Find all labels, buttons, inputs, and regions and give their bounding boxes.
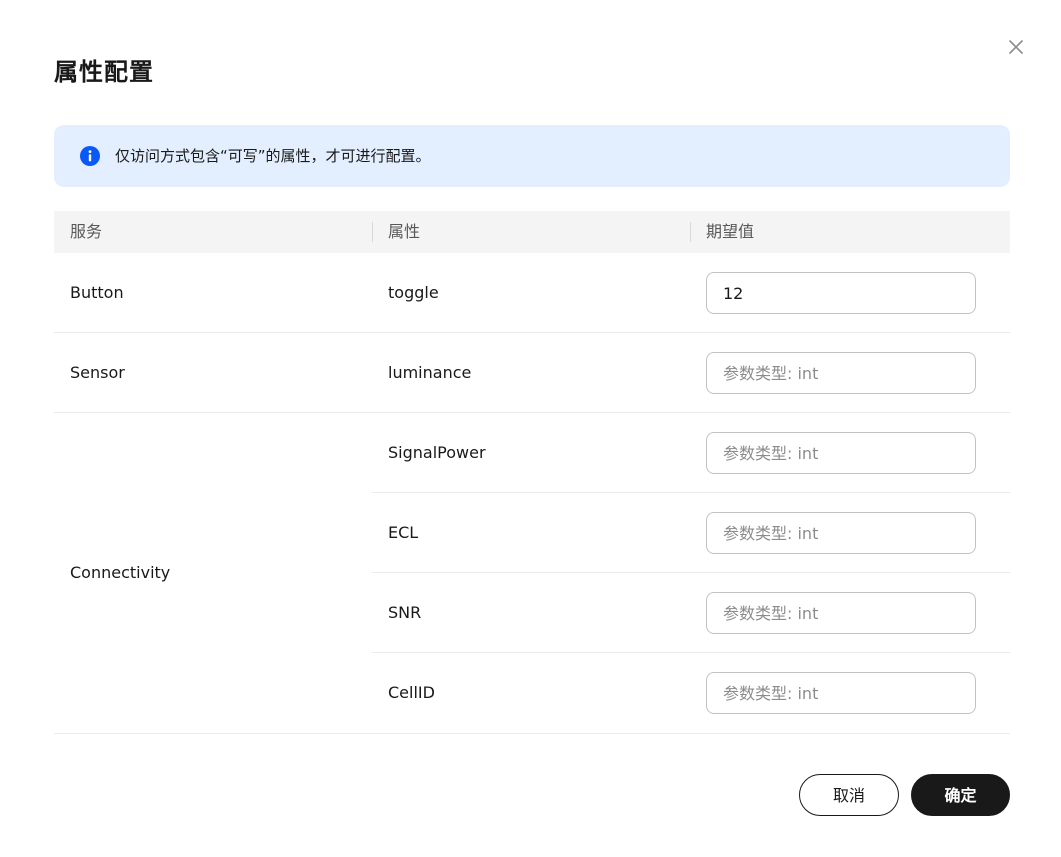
expected-value-input[interactable] (706, 432, 976, 474)
table-subrow: ECL (372, 493, 1010, 573)
dialog-footer: 取消 确定 (0, 774, 1010, 816)
column-header-expected-value: 期望值 (706, 222, 755, 241)
property-cell: SignalPower (388, 443, 486, 462)
property-cell: toggle (388, 283, 439, 302)
close-button[interactable] (1005, 36, 1027, 58)
table-row-group: Connectivity SignalPower ECL SNR CellID (54, 413, 1010, 734)
close-icon (1009, 40, 1023, 54)
info-icon (80, 146, 100, 166)
property-table: 服务 属性 期望值 Button toggle Sensor luminance… (54, 211, 1010, 734)
info-notice: 仅访问方式包含“可写”的属性，才可进行配置。 (54, 125, 1010, 187)
service-cell-merged: Connectivity (54, 413, 372, 733)
column-divider (690, 222, 691, 242)
expected-value-input[interactable] (706, 272, 976, 314)
expected-value-input[interactable] (706, 592, 976, 634)
cancel-button[interactable]: 取消 (799, 774, 899, 816)
property-cell: luminance (388, 363, 472, 382)
table-header: 服务 属性 期望值 (54, 211, 1010, 253)
service-cell: Connectivity (70, 563, 171, 582)
property-config-dialog: 属性配置 仅访问方式包含“可写”的属性，才可进行配置。 服务 属性 期望值 Bu… (0, 0, 1061, 857)
property-cell: ECL (388, 523, 419, 542)
confirm-button[interactable]: 确定 (911, 774, 1010, 816)
dialog-title: 属性配置 (54, 58, 154, 86)
column-divider (372, 222, 373, 242)
property-cell: SNR (388, 603, 422, 622)
expected-value-input[interactable] (706, 672, 976, 714)
column-header-property: 属性 (388, 222, 421, 241)
table-subrow: CellID (372, 653, 1010, 732)
service-cell: Sensor (70, 363, 125, 382)
table-subrow: SNR (372, 573, 1010, 653)
expected-value-input[interactable] (706, 352, 976, 394)
column-header-service: 服务 (70, 222, 103, 241)
expected-value-input[interactable] (706, 512, 976, 554)
table-row: Button toggle (54, 253, 1010, 333)
table-subrow: SignalPower (372, 413, 1010, 493)
service-cell: Button (70, 283, 124, 302)
table-row: Sensor luminance (54, 333, 1010, 413)
notice-text: 仅访问方式包含“可写”的属性，才可进行配置。 (115, 147, 431, 165)
property-cell: CellID (388, 683, 435, 702)
